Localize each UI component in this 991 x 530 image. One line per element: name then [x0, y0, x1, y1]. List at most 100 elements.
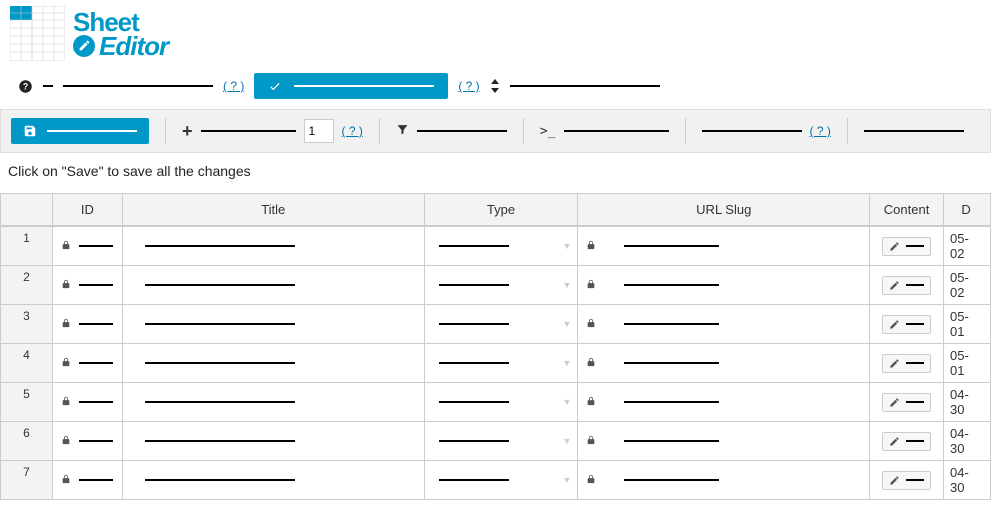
sort-icon[interactable]: [490, 79, 500, 93]
cell-slug[interactable]: [578, 305, 870, 343]
cell-type[interactable]: ▼: [425, 227, 579, 265]
help-link[interactable]: ( ? ): [223, 79, 244, 93]
save-button[interactable]: [11, 118, 149, 144]
lock-icon: [586, 395, 596, 410]
cell-slug[interactable]: [578, 266, 870, 304]
redacted-label: [47, 130, 137, 132]
pencil-icon: [889, 319, 900, 330]
cell-title[interactable]: [123, 422, 425, 460]
cell-date[interactable]: 04-30: [944, 422, 991, 460]
row-number[interactable]: 5: [1, 383, 53, 421]
cell-title[interactable]: [123, 461, 425, 499]
divider: [685, 118, 686, 144]
logo-grid-icon: [10, 6, 65, 61]
col-header-rownum[interactable]: [1, 194, 53, 225]
help-link[interactable]: ( ? ): [342, 124, 363, 138]
help-icon[interactable]: ?: [18, 79, 33, 94]
cell-date[interactable]: 05-02: [944, 227, 991, 265]
col-header-date[interactable]: D: [944, 194, 991, 225]
pencil-icon: [889, 358, 900, 369]
table-row: 6 ▼ 04-30: [1, 422, 991, 461]
help-link[interactable]: ( ? ): [458, 79, 479, 93]
cell-title[interactable]: [123, 344, 425, 382]
cell-date[interactable]: 05-01: [944, 305, 991, 343]
cell-date[interactable]: 04-30: [944, 461, 991, 499]
divider: [379, 118, 380, 144]
table-row: 5 ▼ 04-30: [1, 383, 991, 422]
lock-icon: [586, 434, 596, 449]
header-row: ID Title Type URL Slug Content D: [1, 193, 991, 226]
help-link[interactable]: ( ? ): [810, 124, 831, 138]
cell-title[interactable]: [123, 227, 425, 265]
cell-type[interactable]: ▼: [425, 383, 579, 421]
cell-slug[interactable]: [578, 422, 870, 460]
row-number[interactable]: 3: [1, 305, 53, 343]
redacted-label: [564, 130, 669, 132]
cell-type[interactable]: ▼: [425, 422, 579, 460]
col-header-title[interactable]: Title: [123, 194, 425, 225]
toolbar-primary: ? ( ? ) ( ? ): [0, 67, 991, 109]
cell-id[interactable]: [53, 422, 123, 460]
cell-date[interactable]: 05-02: [944, 266, 991, 304]
cell-content[interactable]: [870, 305, 944, 343]
cell-slug[interactable]: [578, 227, 870, 265]
table-row: 1 ▼ 05-02: [1, 226, 991, 266]
cell-id[interactable]: [53, 227, 123, 265]
row-number[interactable]: 7: [1, 461, 53, 499]
rows-count-input[interactable]: [304, 119, 334, 143]
row-number[interactable]: 2: [1, 266, 53, 304]
terminal-icon[interactable]: >_: [540, 124, 556, 139]
col-header-slug[interactable]: URL Slug: [578, 194, 870, 225]
row-number[interactable]: 4: [1, 344, 53, 382]
cell-id[interactable]: [53, 305, 123, 343]
edit-content-button[interactable]: [882, 393, 931, 412]
filter-icon[interactable]: [396, 123, 409, 139]
cell-date[interactable]: 04-30: [944, 383, 991, 421]
cell-type[interactable]: ▼: [425, 461, 579, 499]
cell-slug[interactable]: [578, 461, 870, 499]
cell-id[interactable]: [53, 383, 123, 421]
dropdown-arrow-icon: ▼: [562, 436, 571, 446]
table-row: 3 ▼ 05-01: [1, 305, 991, 344]
cell-id[interactable]: [53, 266, 123, 304]
cell-title[interactable]: [123, 266, 425, 304]
edit-content-button[interactable]: [882, 471, 931, 490]
col-header-type[interactable]: Type: [425, 194, 579, 225]
row-number[interactable]: 6: [1, 422, 53, 460]
svg-text:?: ?: [23, 81, 28, 91]
edit-content-button[interactable]: [882, 354, 931, 373]
col-header-content[interactable]: Content: [870, 194, 944, 225]
add-rows-icon[interactable]: +: [182, 121, 193, 142]
pencil-icon: [889, 475, 900, 486]
lock-icon: [61, 278, 71, 293]
cell-content[interactable]: [870, 383, 944, 421]
dropdown-arrow-icon: ▼: [562, 358, 571, 368]
cell-slug[interactable]: [578, 344, 870, 382]
instruction-text: Click on "Save" to save all the changes: [0, 153, 991, 193]
redacted-label: [63, 85, 213, 87]
cell-type[interactable]: ▼: [425, 266, 579, 304]
edit-content-button[interactable]: [882, 432, 931, 451]
col-header-id[interactable]: ID: [53, 194, 123, 225]
cell-type[interactable]: ▼: [425, 305, 579, 343]
cell-content[interactable]: [870, 422, 944, 460]
cell-title[interactable]: [123, 383, 425, 421]
cell-date[interactable]: 05-01: [944, 344, 991, 382]
edit-content-button[interactable]: [882, 315, 931, 334]
cell-content[interactable]: [870, 344, 944, 382]
row-number[interactable]: 1: [1, 227, 53, 265]
cell-content[interactable]: [870, 227, 944, 265]
cell-content[interactable]: [870, 266, 944, 304]
cell-id[interactable]: [53, 461, 123, 499]
lock-icon: [61, 395, 71, 410]
divider: [847, 118, 848, 144]
pencil-icon: [889, 241, 900, 252]
cell-id[interactable]: [53, 344, 123, 382]
cell-type[interactable]: ▼: [425, 344, 579, 382]
edit-content-button[interactable]: [882, 237, 931, 256]
apply-button[interactable]: [254, 73, 448, 99]
cell-title[interactable]: [123, 305, 425, 343]
cell-content[interactable]: [870, 461, 944, 499]
edit-content-button[interactable]: [882, 276, 931, 295]
cell-slug[interactable]: [578, 383, 870, 421]
